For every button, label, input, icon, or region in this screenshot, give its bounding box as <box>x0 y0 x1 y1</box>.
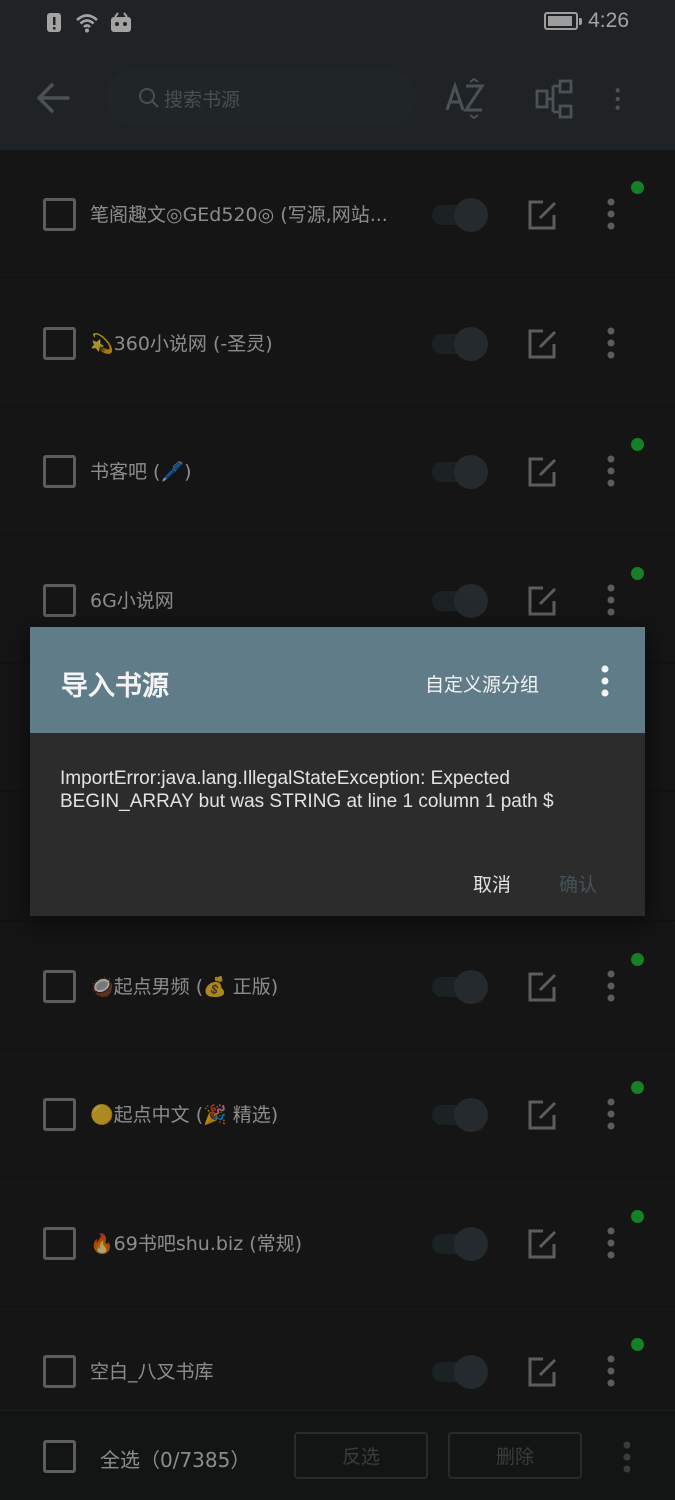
dialog-title: 导入书源 <box>61 671 169 702</box>
screen: 4:26 搜索书源 笔阁趣文◎GEd520◎ (写源,网站... 💫360小说网… <box>0 0 675 1500</box>
confirm-button[interactable]: 确认 <box>559 870 597 897</box>
dialog-message: ImportError:java.lang.IllegalStateExcept… <box>60 768 554 812</box>
dialog-header: 导入书源 自定义源分组 <box>30 627 645 733</box>
import-source-dialog: 导入书源 自定义源分组 ImportError:java.lang.Illega… <box>30 627 645 916</box>
cancel-button[interactable]: 取消 <box>473 870 511 897</box>
custom-group-button[interactable]: 自定义源分组 <box>425 670 539 697</box>
dialog-more-icon[interactable] <box>592 663 618 699</box>
